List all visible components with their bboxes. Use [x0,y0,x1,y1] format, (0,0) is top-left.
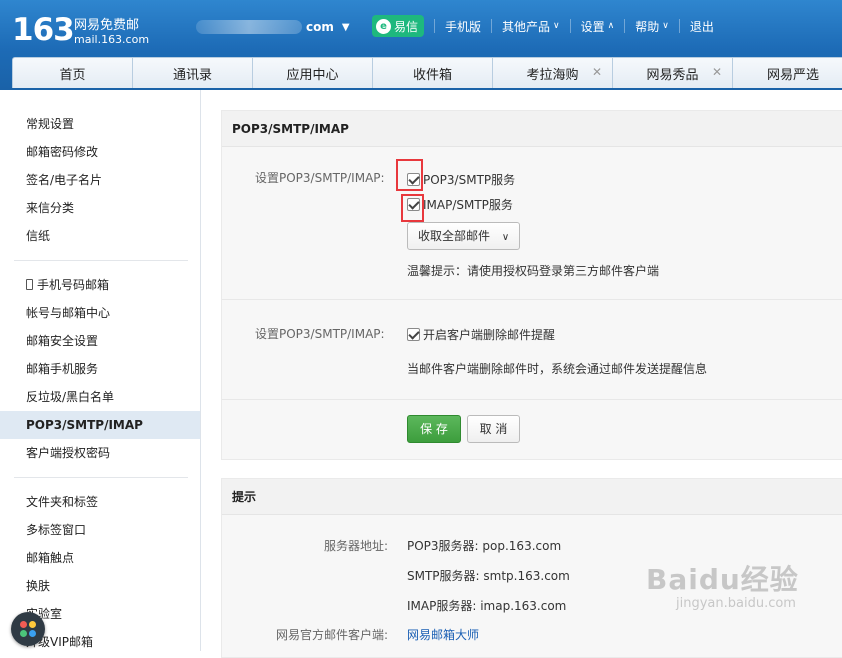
account-menu[interactable]: com ▼ [196,18,350,36]
account-name-redacted [196,20,302,34]
tab-bar: 首页 通讯录 应用中心 收件箱 考拉海购 ✕ 网易秀品 ✕ 网易严选 [12,57,842,88]
tab-label: 考拉海购 [526,67,579,83]
sidebar-item-client-auth[interactable]: 客户端授权密码 [0,439,200,467]
tab-label: 应用中心 [286,67,339,83]
top-header: 163 网易免费邮 mail.163.com com ▼ e 易信 手机版 其他… [0,0,842,90]
mail-logo[interactable]: 163 网易免费邮 mail.163.com [12,12,149,48]
help-label: 帮助 [635,19,660,34]
tab-yanxuan[interactable]: 网易严选 [732,57,842,88]
pop3-settings-panel: POP3/SMTP/IMAP 设置POP3/SMTP/IMAP: POP3/SM… [221,110,842,460]
logo-title: 网易免费邮 [74,18,140,33]
tab-app-center[interactable]: 应用中心 [252,57,373,88]
tab-label: 通讯录 [172,67,212,83]
sidebar-item-touchpoint[interactable]: 邮箱触点 [0,544,200,572]
sidebar-item-skin[interactable]: 换肤 [0,572,200,600]
tab-kaola[interactable]: 考拉海购 ✕ [492,57,613,88]
other-products-menu[interactable]: 其他产品 ∨ [502,18,560,35]
sidebar-item-stationery[interactable]: 信纸 [0,222,200,250]
chevron-up-icon: ∧ [607,21,615,31]
tab-label: 网易严选 [766,67,819,83]
delete-reminder-label: 开启客户端删除邮件提醒 [423,328,556,342]
sidebar-item-mail-filter[interactable]: 来信分类 [0,194,200,222]
top-nav: e 易信 手机版 其他产品 ∨ 设置 ∧ 帮助 ∨ 退出 [360,14,714,38]
delete-reminder-checkbox[interactable] [407,328,420,341]
sidebar-item-pop3[interactable]: POP3/SMTP/IMAP [0,411,200,439]
watermark-main: Baidu经验 [646,563,799,596]
sidebar-item-security[interactable]: 邮箱安全设置 [0,327,200,355]
receive-mode-value: 收取全部邮件 [418,229,491,243]
help-menu[interactable]: 帮助 ∨ [635,18,669,35]
sidebar-item-antispam[interactable]: 反垃圾/黑白名单 [0,383,200,411]
yixin-label: 易信 [394,19,419,34]
sidebar-item-phone-mail[interactable]: 手机号码邮箱 [0,271,200,299]
official-client-label: 网易官方邮件客户端: [276,628,389,642]
sidebar-item-mobile-service[interactable]: 邮箱手机服务 [0,355,200,383]
delete-reminder-desc: 当邮件客户端删除邮件时，系统会通过邮件发送提醒信息 [407,362,708,376]
chevron-down-icon: ∨ [553,21,560,31]
server-address-label: 服务器地址: [324,539,389,553]
sidebar-item-signature[interactable]: 签名/电子名片 [0,166,200,194]
yixin-button[interactable]: e 易信 [372,15,425,37]
setting-label: 设置POP3/SMTP/IMAP: [255,327,385,341]
tips-title: 提示 [222,479,842,515]
close-icon[interactable]: ✕ [712,65,722,79]
sidebar-item-password[interactable]: 邮箱密码修改 [0,138,200,166]
settings-label: 设置 [580,19,605,34]
account-suffix: com [306,20,334,34]
imap-service-label: IMAP/SMTP服务 [423,198,513,212]
tab-contacts[interactable]: 通讯录 [132,57,253,88]
imap-server: IMAP服务器: imap.163.com [407,599,567,613]
tab-label: 首页 [59,67,86,83]
tab-inbox[interactable]: 收件箱 [372,57,493,88]
chevron-down-icon: ∨ [501,232,510,243]
save-button[interactable]: 保 存 [407,415,461,443]
yixin-icon: e [376,18,391,34]
tab-label: 收件箱 [412,67,452,83]
pop3-service-label: POP3/SMTP服务 [423,173,516,187]
mobile-link[interactable]: 手机版 [445,18,481,35]
settings-menu[interactable]: 设置 ∧ [581,18,615,35]
receive-mode-select[interactable]: 收取全部邮件 ∨ [407,222,521,250]
mail-master-link[interactable]: 网易邮箱大师 [407,626,479,643]
other-products-label: 其他产品 [502,19,551,34]
chevron-down-icon: ∨ [662,21,669,31]
logout-link[interactable]: 退出 [690,18,714,35]
tab-home[interactable]: 首页 [12,57,133,88]
sidebar-item-folders-labels[interactable]: 文件夹和标签 [0,488,200,516]
phone-icon [26,279,33,290]
chevron-down-icon: ▼ [341,21,350,33]
watermark-url: jingyan.baidu.com [676,596,796,611]
sidebar-item-multi-tab[interactable]: 多标签窗口 [0,516,200,544]
pop3-server: POP3服务器: pop.163.com [407,539,562,553]
cancel-button[interactable]: 取 消 [467,415,520,443]
logo-number: 163 [12,12,75,48]
highlight-box [401,194,424,222]
sidebar-item-label: 手机号码邮箱 [37,278,110,292]
divider [14,260,188,261]
baidu-watermark: Baidu经验 jingyan.baidu.com [646,558,799,611]
sidebar-item-account-center[interactable]: 帐号与邮箱中心 [0,299,200,327]
setting-label: 设置POP3/SMTP/IMAP: [255,171,385,185]
logo-domain: mail.163.com [74,33,150,46]
auth-code-hint: 温馨提示：请使用授权码登录第三方邮件客户端 [407,264,660,278]
smtp-server: SMTP服务器: smtp.163.com [407,569,570,583]
sidebar-item-general[interactable]: 常规设置 [0,110,200,138]
tab-xiupin[interactable]: 网易秀品 ✕ [612,57,733,88]
section-title: POP3/SMTP/IMAP [222,111,842,147]
close-icon[interactable]: ✕ [592,65,602,79]
tab-label: 网易秀品 [646,67,699,83]
settings-sidebar: 常规设置 邮箱密码修改 签名/电子名片 来信分类 信纸 手机号码邮箱 帐号与邮箱… [0,90,201,651]
divider [14,477,188,478]
app-launcher-button[interactable] [11,612,45,646]
highlight-box [396,159,423,191]
